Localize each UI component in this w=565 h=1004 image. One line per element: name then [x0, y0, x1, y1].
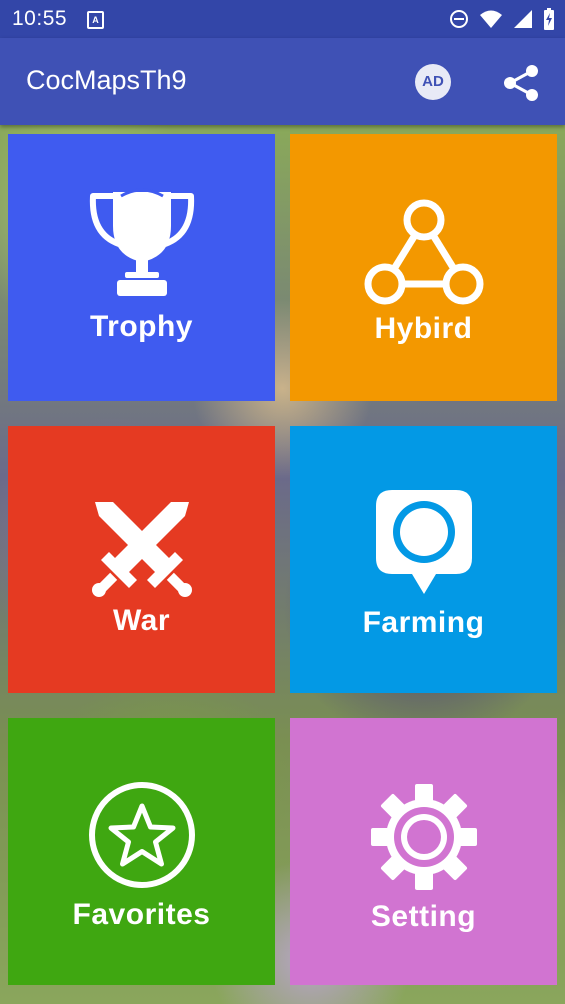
setting-label: Setting: [370, 900, 477, 933]
war-label: War: [112, 604, 171, 637]
app-toolbar: CocMapsTh9 AD: [0, 38, 565, 125]
star-icon: [88, 782, 195, 888]
trophy-label: Trophy: [89, 310, 193, 343]
gear-icon: [370, 784, 477, 890]
crossed-swords-icon: [91, 502, 192, 597]
setting-tile[interactable]: Setting: [290, 718, 557, 985]
hybird-tile[interactable]: Hybird: [290, 134, 557, 401]
hybird-label: Hybird: [374, 312, 473, 345]
status-icons: [449, 8, 555, 30]
status-time: 10:55: [12, 7, 68, 30]
share-icon[interactable]: [500, 62, 542, 104]
battery-icon: [544, 8, 554, 30]
farming-label: Farming: [362, 606, 485, 639]
map-pin-icon: [375, 490, 472, 594]
app-title: CocMapsTh9: [26, 65, 187, 95]
dnd-icon: [450, 10, 468, 28]
farming-tile[interactable]: Farming: [290, 426, 557, 693]
signal-icon: [514, 10, 532, 28]
favorites-label: Favorites: [72, 898, 211, 931]
ad-button[interactable]: AD: [415, 64, 451, 100]
favorites-tile[interactable]: Favorites: [8, 718, 275, 985]
status-bar: 10:55 A: [0, 0, 565, 38]
hybrid-network-icon: [364, 199, 483, 305]
trophy-icon: [89, 188, 194, 296]
trophy-tile[interactable]: Trophy: [8, 134, 275, 401]
wifi-icon: [480, 10, 502, 28]
app-screen: 10:55 A CocMapsTh9 AD Trophy Hybird War …: [0, 0, 565, 1004]
war-tile[interactable]: War: [8, 426, 275, 693]
a-notification-icon: A: [87, 11, 104, 29]
